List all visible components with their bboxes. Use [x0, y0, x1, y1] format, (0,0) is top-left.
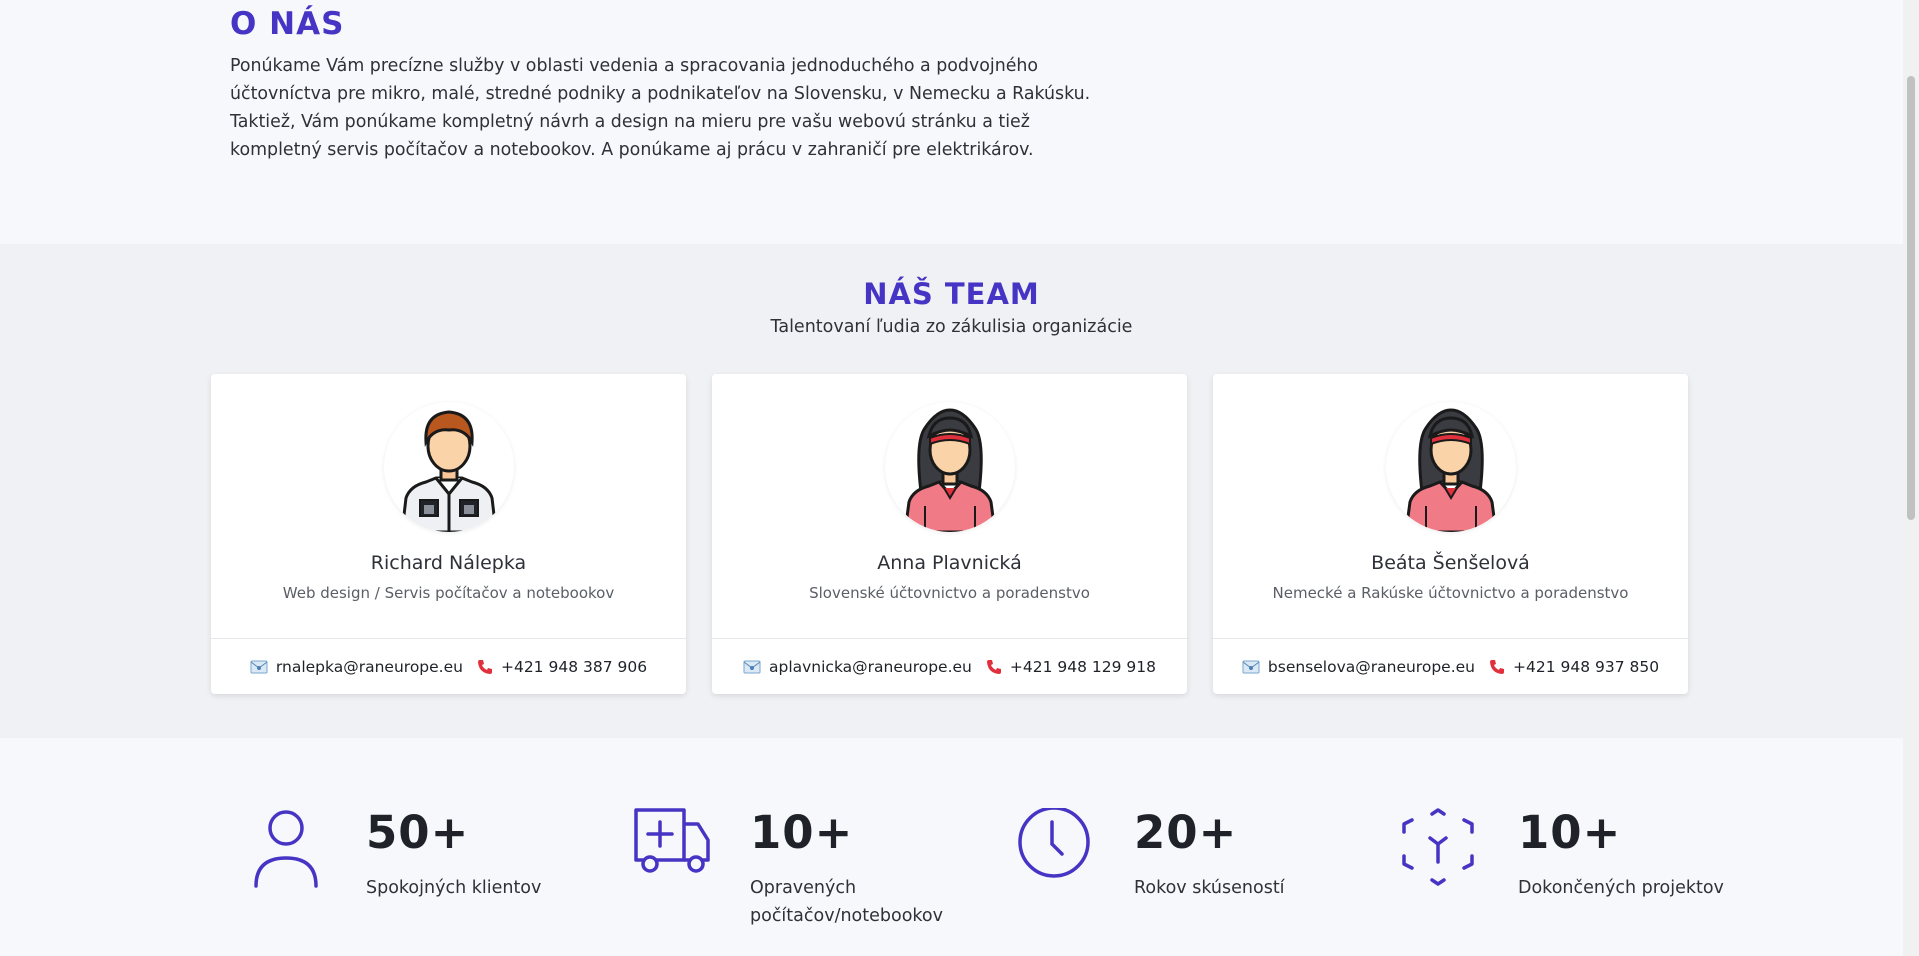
about-section: O NÁS Ponúkame Vám precízne služby v obl… [0, 0, 1903, 244]
female-avatar [1386, 402, 1516, 532]
email-text: rnalepka@raneurope.eu [275, 657, 463, 676]
phone-text: +421 948 129 918 [1009, 657, 1156, 676]
team-section: NÁŠ TEAM Talentovaní ľudia zo zákulisia … [0, 244, 1903, 738]
phone-icon [477, 659, 493, 675]
member-name: Anna Plavnická [877, 552, 1022, 574]
mail-icon [1242, 660, 1260, 674]
stat-label: Rokov skúseností [1134, 878, 1285, 898]
email-link[interactable]: rnalepka@raneurope.eu [250, 658, 463, 676]
page: O NÁS Ponúkame Vám precízne služby v obl… [0, 0, 1903, 956]
about-text: Ponúkame Vám precízne služby v oblasti v… [230, 56, 1091, 160]
phone-text: +421 948 387 906 [500, 657, 648, 676]
stat-number: 10+ [750, 806, 854, 859]
stats-section: 50+ Spokojných klientov 10+ Opravených p… [0, 738, 1903, 956]
stat-label: Spokojných klientov [366, 878, 542, 898]
phone-link[interactable]: +421 948 937 850 [1489, 658, 1659, 676]
member-name: Beáta Šenšelová [1371, 552, 1530, 574]
member-name: Richard Nálepka [370, 552, 527, 574]
member-contact: rnalepka@raneurope.eu +421 948 387 906 [211, 638, 686, 694]
team-card: Richard Nálepka Web design / Servis počí… [211, 374, 686, 694]
email-text: aplavnicka@raneurope.eu [768, 657, 972, 676]
member-role: Web design / Servis počítačov a notebook… [282, 584, 615, 602]
team-card: Anna Plavnická Slovenské účtovnictvo a p… [712, 374, 1187, 694]
phone-icon [1489, 659, 1505, 675]
stat-item: 20+ Rokov skúseností [1018, 806, 1348, 948]
stat-item: 10+ Opravených počítačov/notebookov [634, 806, 964, 948]
mail-icon [743, 660, 761, 674]
stat-number: 50+ [366, 806, 470, 859]
ambulance-icon [634, 808, 714, 888]
box-icon [1402, 808, 1482, 888]
member-contact: bsenselova@raneurope.eu +421 948 937 850 [1213, 638, 1688, 694]
stat-item: 10+ Dokončených projektov [1402, 806, 1732, 948]
member-contact: aplavnicka@raneurope.eu +421 948 129 918 [712, 638, 1187, 694]
female-avatar [885, 402, 1015, 532]
user-icon [250, 808, 330, 888]
team-title: NÁŠ TEAM [863, 277, 1040, 311]
email-link[interactable]: aplavnicka@raneurope.eu [743, 658, 972, 676]
phone-link[interactable]: +421 948 387 906 [477, 658, 647, 676]
stat-item: 50+ Spokojných klientov [250, 806, 580, 948]
phone-icon [986, 659, 1002, 675]
email-link[interactable]: bsenselova@raneurope.eu [1242, 658, 1475, 676]
mail-icon [250, 660, 268, 674]
clock-icon [1018, 806, 1098, 888]
stat-label: Opravených počítačov/notebookov [750, 878, 943, 926]
about-title: O NÁS [230, 6, 345, 42]
member-role: Nemecké a Rakúske účtovnictvo a poradens… [1272, 584, 1629, 602]
male-avatar [384, 402, 514, 532]
stat-number: 10+ [1518, 806, 1622, 859]
email-text: bsenselova@raneurope.eu [1267, 657, 1475, 676]
stat-label: Dokončených projektov [1518, 878, 1724, 898]
phone-text: +421 948 937 850 [1512, 657, 1660, 676]
phone-link[interactable]: +421 948 129 918 [986, 658, 1156, 676]
member-role: Slovenské účtovnictvo a poradenstvo [809, 584, 1090, 602]
team-card: Beáta Šenšelová Nemecké a Rakúske účtovn… [1213, 374, 1688, 694]
team-subtitle: Talentovaní ľudia zo zákulisia organizác… [770, 317, 1133, 337]
stat-number: 20+ [1134, 806, 1238, 859]
scrollbar-thumb[interactable] [1907, 76, 1915, 520]
scrollbar[interactable] [1903, 0, 1919, 956]
